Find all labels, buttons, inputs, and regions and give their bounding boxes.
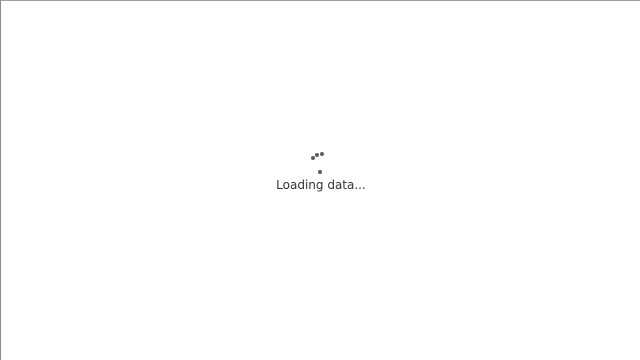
spinner-dot bbox=[315, 153, 319, 157]
app-window: Loading data... bbox=[0, 0, 640, 360]
loading-text: Loading data... bbox=[276, 178, 366, 192]
spinner-dot bbox=[311, 156, 315, 160]
spinner-dot bbox=[320, 152, 324, 156]
spinner-dot bbox=[318, 170, 322, 174]
loading-indicator: Loading data... bbox=[1, 151, 640, 196]
